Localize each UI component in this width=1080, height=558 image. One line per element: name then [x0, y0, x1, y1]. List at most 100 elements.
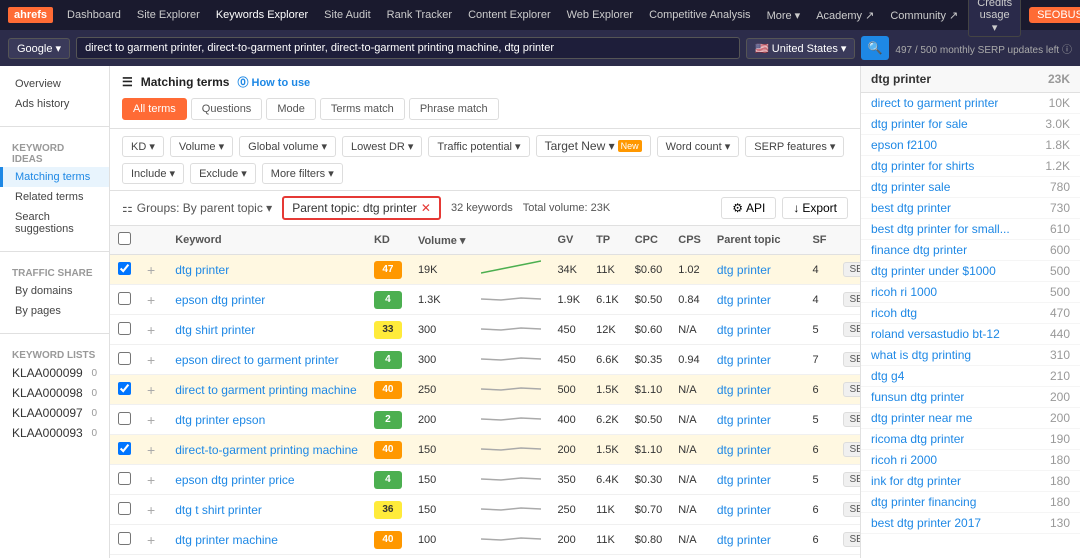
kw-group-item[interactable]: dtg printer for shirts1.2K — [861, 156, 1080, 177]
filter-traffic-potential[interactable]: Traffic potential ▾ — [428, 136, 529, 157]
filter-include[interactable]: Include ▾ — [122, 163, 184, 184]
serp-button[interactable]: SERP — [843, 322, 860, 337]
parent-topic-link[interactable]: dtg printer — [717, 533, 771, 547]
row-plus-cell[interactable]: + — [139, 255, 167, 285]
kw-group-item[interactable]: dtg printer financing180 — [861, 492, 1080, 513]
nav-community[interactable]: Community ↗ — [884, 5, 964, 26]
parent-topic-link[interactable]: dtg printer — [717, 443, 771, 457]
row-serp-cell[interactable]: SERP ▲ ▼ — [835, 435, 860, 465]
row-plus-cell[interactable]: + — [139, 375, 167, 405]
th-gv[interactable]: GV — [549, 226, 588, 255]
groups-toggle[interactable]: ⚏ Groups: By parent topic ▾ — [122, 201, 272, 215]
search-button[interactable]: 🔍 — [861, 36, 889, 60]
search-input[interactable] — [76, 37, 740, 59]
export-button[interactable]: ↓ Export — [782, 197, 848, 219]
serp-button[interactable]: SERP — [843, 292, 860, 307]
kw-group-item[interactable]: roland versastudio bt-12440 — [861, 324, 1080, 345]
filter-more[interactable]: More filters ▾ — [262, 163, 343, 184]
nav-keywords-explorer[interactable]: Keywords Explorer — [210, 5, 314, 25]
filter-word-count[interactable]: Word count ▾ — [657, 136, 740, 157]
row-serp-cell[interactable]: SERP ▲ ▼ — [835, 525, 860, 555]
row-serp-cell[interactable]: SERP ▲ ▼ — [835, 255, 860, 285]
kw-group-item[interactable]: direct to garment printer10K — [861, 93, 1080, 114]
keyword-link[interactable]: direct to garment printing machine — [175, 383, 356, 397]
filter-lowest-dr[interactable]: Lowest DR ▾ — [342, 136, 422, 157]
plus-icon[interactable]: + — [147, 262, 155, 278]
plus-icon[interactable]: + — [147, 532, 155, 548]
row-serp-cell[interactable]: SERP ▲ ▼ — [835, 285, 860, 315]
row-plus-cell[interactable]: + — [139, 465, 167, 495]
th-cpc[interactable]: CPC — [627, 226, 671, 255]
parent-topic-link[interactable]: dtg printer — [717, 503, 771, 517]
kw-group-item[interactable]: best dtg printer730 — [861, 198, 1080, 219]
parent-topic-link[interactable]: dtg printer — [717, 323, 771, 337]
kw-group-item[interactable]: dtg g4210 — [861, 366, 1080, 387]
nav-site-explorer[interactable]: Site Explorer — [131, 5, 206, 25]
filter-close-icon[interactable]: ✕ — [421, 201, 431, 215]
how-to-use-link[interactable]: ⓪ How to use — [237, 74, 310, 90]
plus-icon[interactable]: + — [147, 472, 155, 488]
tab-mode[interactable]: Mode — [266, 98, 316, 120]
tab-questions[interactable]: Questions — [191, 98, 263, 120]
kw-group-item[interactable]: ricoh ri 1000500 — [861, 282, 1080, 303]
keyword-link[interactable]: dtg shirt printer — [175, 323, 255, 337]
row-checkbox[interactable] — [118, 382, 131, 395]
row-checkbox[interactable] — [118, 532, 131, 545]
sidebar-item-overview[interactable]: Overview — [0, 74, 109, 94]
row-checkbox[interactable] — [118, 502, 131, 515]
tab-phrase-match[interactable]: Phrase match — [409, 98, 499, 120]
row-checkbox[interactable] — [118, 322, 131, 335]
kw-group-item[interactable]: dtg printer under $1000500 — [861, 261, 1080, 282]
row-checkbox-cell[interactable] — [110, 375, 139, 405]
filter-volume[interactable]: Volume ▾ — [170, 136, 233, 157]
row-plus-cell[interactable]: + — [139, 345, 167, 375]
nav-web-explorer[interactable]: Web Explorer — [561, 5, 639, 25]
serp-button[interactable]: SERP — [843, 472, 860, 487]
th-sf[interactable]: SF — [804, 226, 834, 255]
row-checkbox[interactable] — [118, 262, 131, 275]
row-checkbox-cell[interactable] — [110, 285, 139, 315]
sidebar-item-matching-terms[interactable]: Matching terms — [0, 167, 109, 187]
keyword-link[interactable]: epson direct to garment printer — [175, 353, 338, 367]
serp-button[interactable]: SERP — [843, 412, 860, 427]
nav-competitive-analysis[interactable]: Competitive Analysis — [643, 5, 757, 25]
keyword-link[interactable]: epson dtg printer price — [175, 473, 294, 487]
plus-icon[interactable]: + — [147, 292, 155, 308]
row-plus-cell[interactable]: + — [139, 405, 167, 435]
sidebar-item-kl1[interactable]: KLAA0000990 — [0, 363, 109, 383]
row-checkbox-cell[interactable] — [110, 525, 139, 555]
plus-icon[interactable]: + — [147, 502, 155, 518]
row-checkbox-cell[interactable] — [110, 495, 139, 525]
kw-group-item[interactable]: dtg printer near me200 — [861, 408, 1080, 429]
filter-serp-features[interactable]: SERP features ▾ — [745, 136, 844, 157]
credits-usage-button[interactable]: Credits usage ▾ — [968, 0, 1021, 37]
kw-group-item[interactable]: dtg printer sale780 — [861, 177, 1080, 198]
kw-group-item[interactable]: epson f21001.8K — [861, 135, 1080, 156]
nav-dashboard[interactable]: Dashboard — [61, 5, 127, 25]
row-serp-cell[interactable]: SERP ▲ ▼ — [835, 405, 860, 435]
row-checkbox[interactable] — [118, 352, 131, 365]
keyword-link[interactable]: epson dtg printer — [175, 293, 265, 307]
nav-content-explorer[interactable]: Content Explorer — [462, 5, 557, 25]
th-kd[interactable]: KD — [366, 226, 410, 255]
row-plus-cell[interactable]: + — [139, 285, 167, 315]
kw-group-item[interactable]: ricoma dtg printer190 — [861, 429, 1080, 450]
seobus-button[interactable]: SEOBUS — [1029, 7, 1080, 23]
sidebar-item-kl4[interactable]: KLAA0000930 — [0, 423, 109, 443]
row-checkbox[interactable] — [118, 442, 131, 455]
plus-icon[interactable]: + — [147, 442, 155, 458]
parent-topic-link[interactable]: dtg printer — [717, 293, 771, 307]
row-checkbox-cell[interactable] — [110, 405, 139, 435]
row-serp-cell[interactable]: SERP ▲ ▼ — [835, 375, 860, 405]
tab-terms-match[interactable]: Terms match — [320, 98, 405, 120]
kw-group-item[interactable]: best dtg printer 2017130 — [861, 513, 1080, 534]
row-serp-cell[interactable]: SERP ▲ ▼ — [835, 345, 860, 375]
plus-icon[interactable]: + — [147, 382, 155, 398]
kw-group-item[interactable]: what is dtg printing310 — [861, 345, 1080, 366]
keyword-link[interactable]: direct-to-garment printing machine — [175, 443, 358, 457]
nav-academy[interactable]: Academy ↗ — [810, 5, 880, 26]
plus-icon[interactable]: + — [147, 352, 155, 368]
kw-group-item[interactable]: best dtg printer for small...610 — [861, 219, 1080, 240]
sidebar-item-related-terms[interactable]: Related terms — [0, 187, 109, 207]
serp-button[interactable]: SERP — [843, 532, 860, 547]
